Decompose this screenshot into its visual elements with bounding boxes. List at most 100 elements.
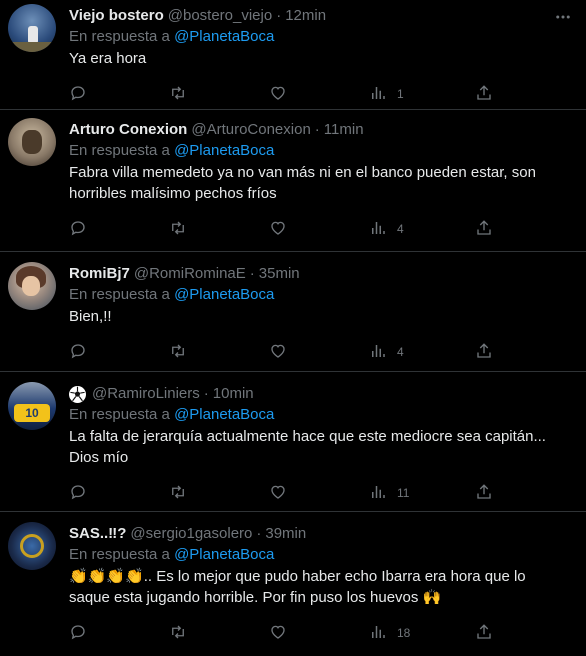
mention-link[interactable]: @PlanetaBoca xyxy=(174,546,274,563)
avatar[interactable]: 10 xyxy=(8,382,56,430)
user-handle[interactable]: @bostero_viejo xyxy=(168,6,272,26)
mention-link[interactable]: @PlanetaBoca xyxy=(174,406,274,423)
tweet[interactable]: SAS..‼? @sergio1gasolero · 39min En resp… xyxy=(0,512,586,656)
like-button[interactable] xyxy=(269,483,287,504)
retweet-icon xyxy=(169,84,187,105)
reply-prefix: En respuesta a xyxy=(69,406,170,423)
view-count: 4 xyxy=(397,222,404,236)
avatar[interactable] xyxy=(8,118,56,166)
display-name[interactable]: SAS..‼? xyxy=(69,524,126,544)
retweet-button[interactable] xyxy=(169,219,187,240)
like-button[interactable] xyxy=(269,219,287,240)
tweet[interactable]: RomiBj7 @RomiRominaE · 35min En respuest… xyxy=(0,252,586,372)
raised-hands-emoji: 🙌 xyxy=(422,589,442,606)
share-button[interactable] xyxy=(475,342,493,363)
timestamp[interactable]: 39min xyxy=(265,524,306,544)
views-icon xyxy=(369,219,387,240)
retweet-button[interactable] xyxy=(169,623,187,644)
mention-link[interactable]: @PlanetaBoca xyxy=(174,28,274,45)
views-button[interactable]: 18 xyxy=(369,623,410,644)
share-icon xyxy=(475,84,493,105)
display-name[interactable]: RomiBj7 xyxy=(69,264,130,284)
share-button[interactable] xyxy=(475,84,493,105)
reply-context: En respuesta a @PlanetaBoca xyxy=(69,405,572,425)
share-button[interactable] xyxy=(475,219,493,240)
retweet-button[interactable] xyxy=(169,483,187,504)
timestamp[interactable]: 10min xyxy=(213,384,254,404)
reply-button[interactable] xyxy=(69,342,87,363)
reply-prefix: En respuesta a xyxy=(69,28,170,45)
like-button[interactable] xyxy=(269,342,287,363)
mention-link[interactable]: @PlanetaBoca xyxy=(174,142,274,159)
reply-context: En respuesta a @PlanetaBoca xyxy=(69,27,572,47)
avatar[interactable] xyxy=(8,262,56,310)
reply-icon xyxy=(69,483,87,504)
reply-button[interactable] xyxy=(69,219,87,240)
heart-icon xyxy=(269,623,287,644)
reply-icon xyxy=(69,342,87,363)
share-icon xyxy=(475,623,493,644)
share-icon xyxy=(475,342,493,363)
user-handle[interactable]: @ArturoConexion xyxy=(191,120,310,140)
mention-link[interactable]: @PlanetaBoca xyxy=(174,286,274,303)
heart-icon xyxy=(269,483,287,504)
heart-icon xyxy=(269,84,287,105)
avatar[interactable] xyxy=(8,4,56,52)
more-icon[interactable] xyxy=(554,8,572,26)
share-button[interactable] xyxy=(475,623,493,644)
separator-dot: · xyxy=(256,525,262,542)
reply-prefix: En respuesta a xyxy=(69,546,170,563)
timestamp[interactable]: 35min xyxy=(259,264,300,284)
retweet-icon xyxy=(169,623,187,644)
retweet-button[interactable] xyxy=(169,84,187,105)
reply-icon xyxy=(69,623,87,644)
separator-dot: · xyxy=(314,121,320,138)
timestamp[interactable]: 12min xyxy=(285,6,326,26)
jersey-number: 10 xyxy=(25,406,39,420)
reply-button[interactable] xyxy=(69,623,87,644)
reply-icon xyxy=(69,84,87,105)
reply-icon xyxy=(69,219,87,240)
display-name[interactable]: Arturo Conexion xyxy=(69,120,187,140)
separator-dot: · xyxy=(203,385,209,402)
views-button[interactable]: 4 xyxy=(369,342,404,363)
tweet-actions: 11 xyxy=(69,474,572,512)
timestamp[interactable]: 11min xyxy=(324,120,364,140)
heart-icon xyxy=(269,219,287,240)
separator-dot: · xyxy=(249,265,255,282)
display-name[interactable]: Viejo bostero xyxy=(69,6,164,26)
tweet-text: Ya era hora xyxy=(69,50,147,67)
tweet-actions: 18 xyxy=(69,614,572,652)
soccer-ball-icon xyxy=(69,385,86,403)
tweet-text: Fabra villa memedeto ya no van más ni en… xyxy=(69,164,536,202)
like-button[interactable] xyxy=(269,84,287,105)
retweet-button[interactable] xyxy=(169,342,187,363)
tweet[interactable]: Viejo bostero @bostero_viejo · 12min En … xyxy=(0,0,586,110)
views-icon xyxy=(369,84,387,105)
views-button[interactable]: 1 xyxy=(369,84,404,105)
reply-feed: Viejo bostero @bostero_viejo · 12min En … xyxy=(0,0,586,656)
like-button[interactable] xyxy=(269,623,287,644)
user-handle[interactable]: @RamiroLiniers xyxy=(92,384,200,404)
heart-icon xyxy=(269,342,287,363)
tweet-actions: 1 xyxy=(69,75,572,113)
tweet-text: Bien,!! xyxy=(69,308,112,325)
reply-button[interactable] xyxy=(69,84,87,105)
views-button[interactable]: 11 xyxy=(369,483,409,504)
view-count: 18 xyxy=(397,626,411,640)
reply-button[interactable] xyxy=(69,483,87,504)
views-icon xyxy=(369,623,387,644)
tweet[interactable]: 10 @RamiroLiniers · 10min En respuesta a… xyxy=(0,372,586,512)
views-button[interactable]: 4 xyxy=(369,219,404,240)
reply-prefix: En respuesta a xyxy=(69,286,170,303)
avatar[interactable] xyxy=(8,522,56,570)
tweet-text: La falta de jerarquía actualmente hace q… xyxy=(69,428,546,466)
separator-dot: · xyxy=(276,7,282,24)
share-button[interactable] xyxy=(475,483,493,504)
tweet-actions: 4 xyxy=(69,210,572,248)
clapping-hands-emoji: 👏👏👏👏 xyxy=(69,568,144,585)
user-handle[interactable]: @RomiRominaE xyxy=(134,264,246,284)
user-handle[interactable]: @sergio1gasolero xyxy=(130,524,252,544)
reply-context: En respuesta a @PlanetaBoca xyxy=(69,545,572,565)
tweet[interactable]: Arturo Conexion @ArturoConexion · 11min … xyxy=(0,110,586,252)
